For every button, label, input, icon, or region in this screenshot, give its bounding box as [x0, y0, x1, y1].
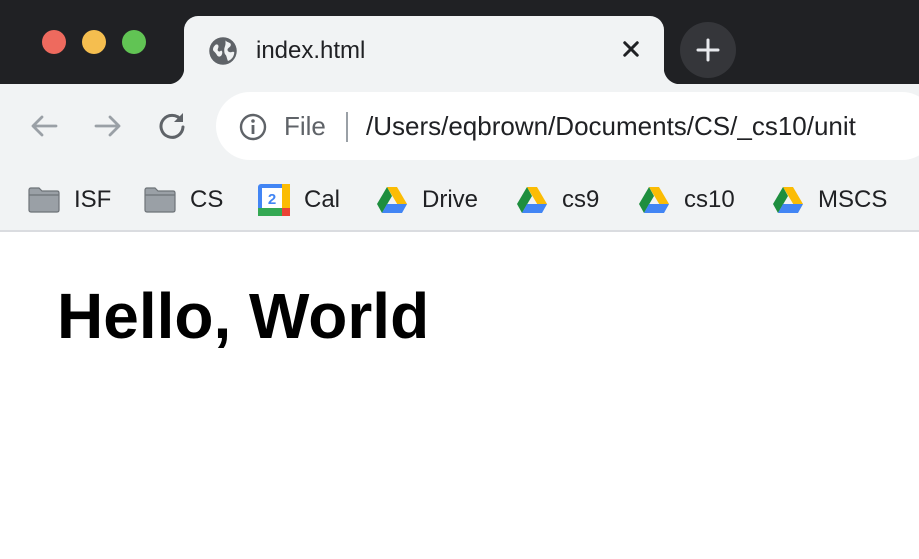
title-bar: index.html — [0, 0, 919, 84]
arrow-left-icon[interactable] — [24, 106, 64, 146]
new-tab-button[interactable] — [680, 22, 736, 78]
reload-icon[interactable] — [152, 106, 192, 146]
bookmark-mscs[interactable]: MSCS — [772, 180, 887, 220]
bookmark-cs[interactable]: CS — [144, 180, 223, 220]
bookmarks-bar: ISF CS 2 Cal Drive cs9 cs10 MSCS — [0, 168, 919, 232]
browser-toolbar: File /Users/eqbrown/Documents/CS/_cs10/u… — [0, 84, 919, 168]
google-drive-icon — [773, 187, 803, 213]
address-bar[interactable]: File /Users/eqbrown/Documents/CS/_cs10/u… — [216, 92, 919, 160]
browser-tab[interactable]: index.html — [168, 16, 680, 84]
omnibox-divider — [346, 112, 348, 142]
google-drive-icon — [639, 187, 669, 213]
google-drive-icon — [517, 187, 547, 213]
close-icon[interactable] — [616, 34, 646, 64]
info-icon[interactable] — [238, 112, 268, 142]
bookmark-label: ISF — [74, 186, 112, 213]
bookmark-drive[interactable]: Drive — [376, 180, 478, 220]
bookmark-isf[interactable]: ISF — [28, 180, 111, 220]
bookmark-label: Cal — [304, 186, 341, 213]
bookmark-label: MSCS — [818, 186, 888, 213]
folder-icon — [28, 187, 60, 213]
bookmark-label: CS — [190, 186, 224, 213]
plus-icon — [696, 38, 720, 62]
bookmark-label: cs10 — [684, 186, 735, 213]
window-close-button[interactable] — [42, 30, 66, 54]
bookmark-cs9[interactable]: cs9 — [516, 180, 599, 220]
url-text[interactable]: /Users/eqbrown/Documents/CS/_cs10/unit — [366, 110, 856, 142]
page-content: Hello, World — [0, 234, 919, 559]
window-maximize-button[interactable] — [122, 30, 146, 54]
arrow-right-icon[interactable] — [88, 106, 128, 146]
bookmark-cs10[interactable]: cs10 — [638, 180, 735, 220]
globe-icon — [209, 37, 237, 65]
page-heading: Hello, World — [57, 280, 430, 352]
calendar-date-text: 2 — [268, 191, 276, 208]
folder-icon — [144, 187, 176, 213]
bookmark-cal[interactable]: 2 Cal — [258, 180, 340, 220]
bookmark-label: cs9 — [562, 186, 600, 213]
tab-title: index.html — [256, 37, 366, 64]
scheme-label: File — [284, 111, 326, 141]
google-calendar-icon: 2 — [258, 184, 290, 216]
window-minimize-button[interactable] — [82, 30, 106, 54]
google-drive-icon — [377, 187, 407, 213]
bookmark-label: Drive — [422, 186, 479, 213]
